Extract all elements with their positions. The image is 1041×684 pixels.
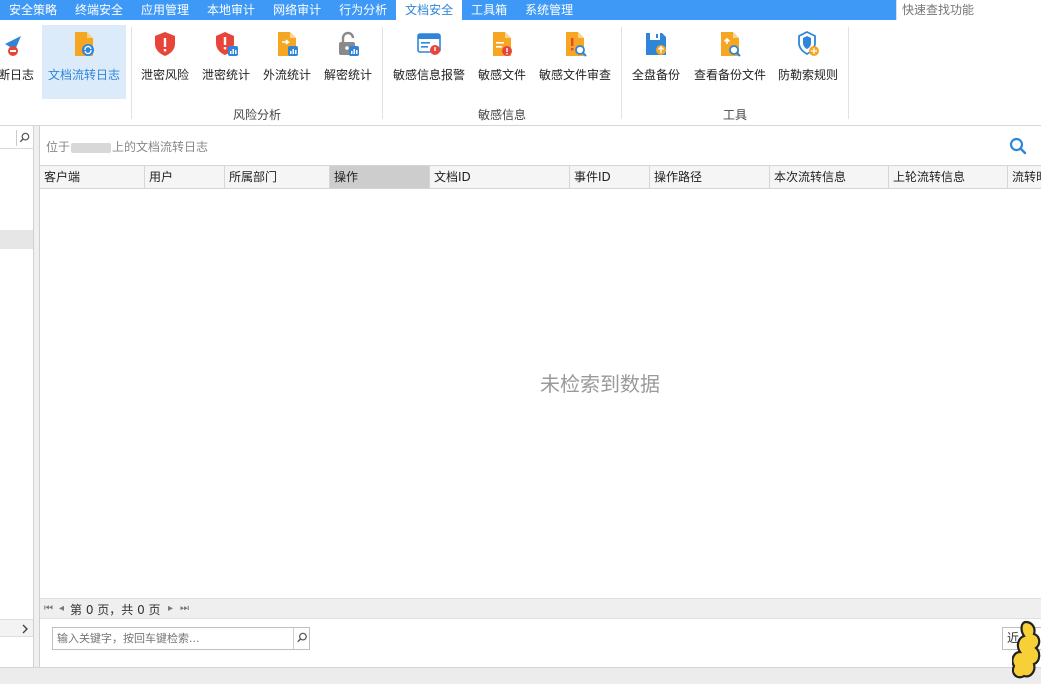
last-page-icon[interactable]: ⏭: [180, 603, 189, 614]
column-header-department[interactable]: 所属部门: [225, 166, 330, 188]
tab-local-audit[interactable]: 本地审计: [198, 0, 264, 20]
column-header-client[interactable]: 客户端: [40, 166, 145, 188]
search-icon[interactable]: [1008, 136, 1028, 156]
ribbon-button-sensitive-file-review[interactable]: 敏感文件审查: [535, 25, 615, 99]
ribbon-button-label: 泄密统计: [201, 68, 250, 82]
quick-search-input[interactable]: [897, 0, 1041, 20]
chevron-right-icon[interactable]: [20, 624, 30, 634]
search-icon[interactable]: [293, 628, 310, 649]
tab-behavior-analysis[interactable]: 行为分析: [330, 0, 396, 20]
prev-page-icon[interactable]: ◂: [59, 603, 64, 614]
ribbon-button-decrypt-stats[interactable]: 解密统计: [319, 25, 377, 99]
group-separator: [848, 27, 849, 119]
leak-risk-shield-icon: [155, 32, 175, 56]
next-page-icon[interactable]: ▸: [168, 603, 173, 614]
ribbon-button-label: 防勒索规则: [777, 68, 838, 82]
redacted-computer-name: [71, 142, 112, 153]
column-header-operation[interactable]: 操作: [330, 166, 430, 188]
column-header-current-flow-info[interactable]: 本次流转信息: [770, 166, 889, 188]
column-header-document-id[interactable]: 文档ID: [430, 166, 570, 188]
bottom-search-bar: 近 7: [40, 618, 1041, 667]
ribbon-button-leak-stats[interactable]: 泄密统计: [197, 25, 255, 99]
tab-security-policy[interactable]: 安全策略: [0, 0, 66, 20]
top-menu-bar: 安全策略 终端安全 应用管理 本地审计 网络审计 行为分析 文档安全 工具箱 系…: [0, 0, 1041, 20]
ribbon-button-label: 外流统计: [262, 68, 311, 82]
module-tabs: 安全策略 终端安全 应用管理 本地审计 网络审计 行为分析 文档安全 工具箱 系…: [0, 0, 896, 20]
ribbon-button-label: 断日志: [0, 68, 34, 82]
ribbon-button-outflow-stats[interactable]: 外流统计: [258, 25, 316, 99]
table-header: 客户端 用户 所属部门 操作 文档ID 事件ID 操作路径 本次流转信息 上轮流…: [40, 165, 1041, 189]
ribbon-button-sensitive-alarm[interactable]: 敏感信息报警: [388, 25, 470, 99]
anti-ransomware-rule-icon: [798, 30, 819, 56]
ribbon-button-sensitive-file[interactable]: 敏感文件: [473, 25, 531, 99]
tab-system-management[interactable]: 系统管理: [516, 0, 582, 20]
ribbon-button-label: 文档流转日志: [47, 68, 120, 82]
view-backup-file-icon: [721, 32, 741, 57]
ribbon-button-view-backup-file[interactable]: 查看备份文件: [689, 25, 771, 99]
keyword-search-input[interactable]: [53, 628, 293, 649]
tab-toolbox[interactable]: 工具箱: [462, 0, 516, 20]
tab-network-audit[interactable]: 网络审计: [264, 0, 330, 20]
pagination-bar: ⏮ ◂ 第 0 页，共 0 页 ▸ ⏭: [40, 598, 1041, 618]
column-header-event-id[interactable]: 事件ID: [570, 166, 650, 188]
column-header-operation-path[interactable]: 操作路径: [650, 166, 770, 188]
mascot-icon[interactable]: [1012, 618, 1041, 684]
full-backup-disk-icon: [646, 33, 666, 55]
search-icon[interactable]: [16, 130, 32, 146]
page-info: 第 0 页，共 0 页: [70, 603, 161, 617]
sensitive-file-icon: [493, 32, 512, 56]
sensitive-alarm-icon: [417, 33, 441, 55]
location-bar: 位于 上的文档流转日志: [40, 134, 1041, 158]
main-content-panel: 位于 上的文档流转日志 客户端 用户 所属部门 操作 文档ID 事件ID 操作路径…: [39, 126, 1041, 667]
status-bar: [0, 667, 1041, 684]
column-header-previous-flow-info[interactable]: 上轮流转信息: [889, 166, 1008, 188]
location-prefix: 位于: [46, 140, 71, 154]
ribbon-button-label: 敏感文件: [477, 68, 526, 82]
leak-stats-shield-icon: [216, 32, 238, 56]
location-suffix: 上的文档流转日志: [112, 140, 209, 154]
ribbon-button-document-flow-log[interactable]: 文档流转日志: [42, 25, 126, 99]
ribbon-button-label: 解密统计: [323, 68, 372, 82]
tab-app-management[interactable]: 应用管理: [132, 0, 198, 20]
document-flow-icon: [75, 32, 94, 56]
ribbon-button-label: 敏感文件审查: [538, 68, 611, 82]
tree-horizontal-scrollbar[interactable]: [0, 619, 33, 637]
ribbon-toolbar: 断日志 文档流转日志 泄密风险 泄密统计 外流统计 解密统计 敏感信息报警 敏感…: [0, 20, 1041, 126]
keyword-search-box: [52, 627, 310, 650]
tab-endpoint-security[interactable]: 终端安全: [66, 0, 132, 20]
tree-search-field[interactable]: [0, 127, 34, 149]
tree-selected-node[interactable]: [0, 230, 33, 249]
group-label-risk-analysis: 风险分析: [232, 108, 281, 122]
group-label-sensitive-info: 敏感信息: [477, 108, 526, 122]
send-delete-icon: [5, 36, 21, 56]
first-page-icon[interactable]: ⏮: [44, 603, 53, 614]
empty-result-message: 未检索到数据: [540, 372, 660, 396]
ribbon-button-label: 全盘备份: [631, 68, 680, 82]
ribbon-button-anti-ransomware-rule[interactable]: 防勒索规则: [775, 25, 841, 99]
sensitive-file-review-icon: [566, 32, 587, 57]
group-label-tools: 工具: [722, 108, 747, 122]
ribbon-button-send-log[interactable]: 断日志: [0, 25, 38, 99]
ribbon-button-label: 查看备份文件: [693, 68, 766, 82]
ribbon-button-leak-risk[interactable]: 泄密风险: [136, 25, 194, 99]
column-header-flow-time[interactable]: 流转时: [1008, 166, 1041, 188]
location-text: 位于 上的文档流转日志: [46, 138, 208, 155]
decrypt-stats-lock-icon: [339, 31, 359, 56]
ribbon-button-full-backup[interactable]: 全盘备份: [627, 25, 685, 99]
outflow-stats-icon: [278, 32, 298, 56]
tab-document-security[interactable]: 文档安全: [396, 0, 463, 20]
left-tree-panel: [0, 126, 34, 667]
column-header-user[interactable]: 用户: [145, 166, 225, 188]
ribbon-button-label: 敏感信息报警: [392, 68, 465, 82]
quick-search-box: [896, 0, 1041, 20]
ribbon-button-label: 泄密风险: [140, 68, 189, 82]
